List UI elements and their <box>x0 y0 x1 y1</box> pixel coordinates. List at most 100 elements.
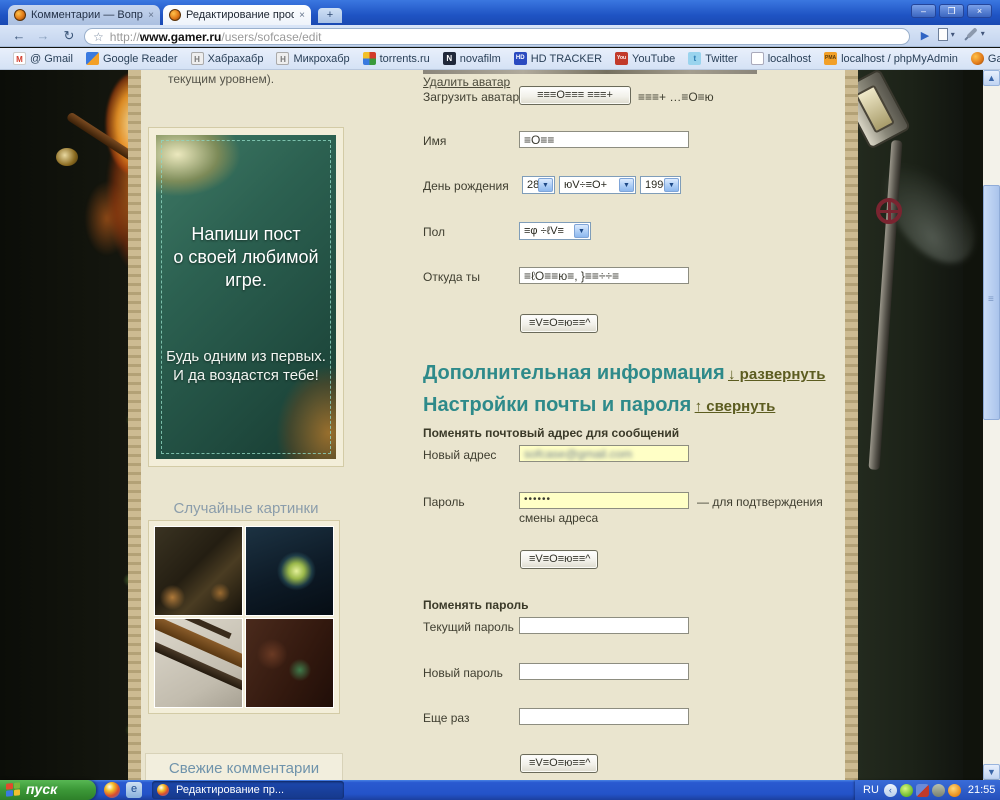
save-button[interactable]: ≡V≡O≡ю≡≡^ <box>520 314 598 333</box>
save-email-button[interactable]: ≡V≡O≡ю≡≡^ <box>520 550 598 569</box>
scrollbar-down-arrow[interactable]: ▼ <box>983 764 1000 780</box>
maximize-button[interactable]: ❐ <box>939 4 964 18</box>
birthday-year-select[interactable]: 1990▼ <box>640 176 681 194</box>
bookmark-microhabr[interactable]: HМикрохабр <box>276 52 349 65</box>
bookmark-phpmyadmin[interactable]: PMAlocalhost / phpMyAdmin <box>824 52 958 65</box>
youtube-icon: You <box>615 52 628 65</box>
mace-head-artwork <box>56 148 78 166</box>
bookmark-gamer-ru[interactable]: Gamer.ru <box>971 52 1000 65</box>
tab-comments[interactable]: Комментарии — Вопросы ... × <box>8 5 160 25</box>
titlebar: Комментарии — Вопросы ... × Редактирован… <box>0 0 1000 25</box>
page-icon <box>938 28 948 41</box>
quicklaunch-chrome-icon[interactable] <box>104 782 120 798</box>
wrench-menu-button[interactable]: ▾ <box>966 28 990 45</box>
bookmark-habrahabr[interactable]: HХабрахабр <box>191 52 264 65</box>
random-image-4[interactable] <box>245 618 334 708</box>
new-address-input[interactable]: sofcase@gmail.com <box>519 445 689 462</box>
fresh-comments-box[interactable]: Свежие комментарии <box>145 753 343 780</box>
expand-link[interactable]: ↓ развернуть <box>728 366 826 383</box>
windows-logo-icon <box>6 782 20 796</box>
chrome-icon <box>157 784 169 796</box>
repeat-password-input[interactable] <box>519 708 689 725</box>
birthday-month-select[interactable]: юV÷≡O+▼ <box>559 176 636 194</box>
choose-file-button[interactable]: ≡≡≡O≡≡≡ ≡≡≡+ <box>519 86 631 105</box>
save-password-button[interactable]: ≡V≡O≡ю≡≡^ <box>520 754 598 773</box>
change-email-heading: Поменять почтовый адрес для сообщений <box>423 426 679 440</box>
bookmark-google-reader[interactable]: Google Reader <box>86 52 178 65</box>
current-password-input[interactable] <box>519 617 689 634</box>
bookmark-twitter[interactable]: tTwitter <box>688 52 737 65</box>
vertical-scrollbar[interactable]: ▲ ▼ <box>983 70 1000 780</box>
new-password-label: Новый пароль <box>423 666 503 680</box>
language-indicator[interactable]: RU <box>863 784 879 796</box>
banner-dotted-border <box>161 140 331 454</box>
bookmark-label: Gamer.ru <box>988 53 1000 65</box>
url-domain: www.gamer.ru <box>140 30 222 44</box>
address-bar[interactable]: ☆ http://www.gamer.ru/users/sofcase/edit <box>84 28 910 45</box>
tab-close-icon[interactable]: × <box>148 10 154 21</box>
name-input[interactable]: ≡O≡≡ <box>519 131 689 148</box>
new-password-input[interactable] <box>519 663 689 680</box>
chevron-down-icon: ▾ <box>981 29 985 38</box>
go-button[interactable]: ▶ <box>916 28 934 45</box>
random-image-3[interactable] <box>154 618 243 708</box>
page-viewport: текущим уровнем). Напиши пост о своей лю… <box>0 70 1000 780</box>
promo-banner[interactable]: Напиши пост о своей любимой игре. Будь о… <box>148 127 344 467</box>
current-password-label: Текущий пароль <box>423 620 514 634</box>
tray-icon-3[interactable] <box>932 784 945 797</box>
repeat-password-label: Еще раз <box>423 711 469 725</box>
back-button[interactable]: ← <box>8 27 30 45</box>
location-input[interactable]: ≡ℓO≡≡ю≡, }≡≡÷÷≡ <box>519 267 689 284</box>
bookmark-youtube[interactable]: You YouTube <box>615 52 675 65</box>
bookmark-label: HD TRACKER <box>531 53 602 65</box>
start-button[interactable]: пуск <box>0 780 96 800</box>
location-label: Откуда ты <box>423 270 480 284</box>
random-images-title: Случайные картинки <box>148 500 344 517</box>
password-input[interactable]: •••••• <box>519 492 689 509</box>
close-button[interactable]: × <box>967 4 992 18</box>
tray-collapse-chevron[interactable]: ‹ <box>884 784 897 797</box>
tray-icon-2[interactable] <box>916 784 929 797</box>
page-menu-button[interactable]: ▾ <box>938 28 962 45</box>
right-border-strip <box>845 70 858 780</box>
bookmark-localhost[interactable]: localhost <box>751 52 811 65</box>
gender-select[interactable]: ≡φ ÷ℓV≡▼ <box>519 222 591 240</box>
tray-icon-1[interactable] <box>900 784 913 797</box>
minimize-button[interactable]: – <box>911 4 936 18</box>
bookmark-novafilm[interactable]: Nnovafilm <box>443 52 501 65</box>
bookmark-label: YouTube <box>632 53 675 65</box>
collapse-link[interactable]: ↑ свернуть <box>695 398 776 415</box>
novafilm-icon: N <box>443 52 456 65</box>
avatar-image-cropped <box>423 70 757 74</box>
scrollbar-thumb[interactable] <box>983 185 1000 420</box>
change-password-heading: Поменять пароль <box>423 598 528 612</box>
upload-avatar-label: Загрузить аватар <box>423 90 519 104</box>
reload-button[interactable]: ↻ <box>58 27 80 45</box>
new-tab-button[interactable]: + <box>318 8 342 23</box>
birthday-label: День рождения <box>423 179 509 193</box>
bookmark-hd-tracker[interactable]: HDHD TRACKER <box>514 52 602 65</box>
scrollbar-up-arrow[interactable]: ▲ <box>983 70 1000 86</box>
tab-close-icon[interactable]: × <box>299 10 305 21</box>
bookmark-label: torrents.ru <box>380 53 430 65</box>
profile-edit-form: Удалить аватар Загрузить аватар ≡≡≡O≡≡≡ … <box>423 70 843 780</box>
forward-button[interactable]: → <box>32 27 54 45</box>
habr-icon: H <box>191 52 204 65</box>
bookmark-star-icon[interactable]: ☆ <box>93 30 104 44</box>
sidebar-partial-text: текущим уровнем). <box>168 72 274 86</box>
promo-text-1: Напиши пост о своей любимой игре. <box>156 223 336 292</box>
tray-icon-4[interactable] <box>948 784 961 797</box>
quicklaunch-ie-icon[interactable]: e <box>126 782 142 798</box>
birthday-day-select[interactable]: 28▼ <box>522 176 555 194</box>
bookmark-label: @ Gmail <box>30 53 73 65</box>
browser-window: Комментарии — Вопросы ... × Редактирован… <box>0 0 1000 800</box>
random-image-1[interactable] <box>154 526 243 616</box>
page-icon <box>751 52 764 65</box>
random-image-2[interactable] <box>245 526 334 616</box>
tab-profile-edit[interactable]: Редактирование профил... × <box>163 5 311 25</box>
name-label: Имя <box>423 134 446 148</box>
bookmark-torrents[interactable]: torrents.ru <box>363 52 430 65</box>
bookmark-gmail[interactable]: M@ Gmail <box>13 52 73 65</box>
taskbar-window-button[interactable]: Редактирование пр... <box>152 781 344 799</box>
delete-avatar-link[interactable]: Удалить аватар <box>423 75 510 89</box>
